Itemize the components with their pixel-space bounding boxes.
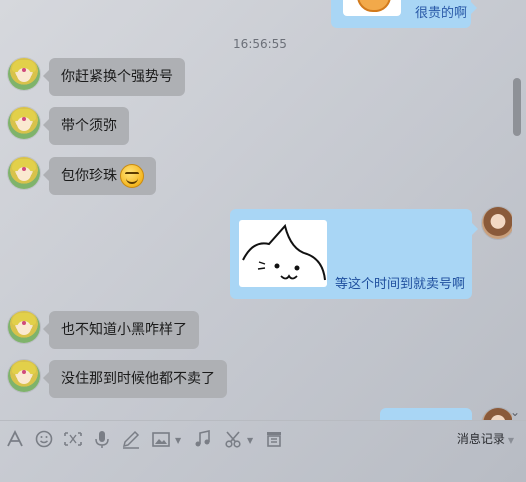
message-bubble-left[interactable]: 你赶紧换个强势号 (43, 58, 185, 96)
message-text: 没住那到时候他都不卖了 (61, 371, 215, 387)
message-history-label: 消息记录 (456, 432, 505, 446)
message-history-button[interactable]: 消息记录 ▼ (457, 430, 514, 447)
message-bubble-left[interactable]: 没住那到时候他都不卖了 (43, 360, 227, 398)
input-toolbar: ▼ ▼ 消息记录 ▼ (0, 420, 526, 457)
chevron-down-icon[interactable]: ▼ (175, 436, 181, 445)
message-bubble-left[interactable]: 带个须弥 (43, 107, 129, 145)
chat-area: 很贵的啊 16:56:55 你赶紧换个强势号 带个须弥 包你珍珠 等这个时间到就… (0, 0, 512, 420)
message-bubble-left[interactable]: 也不知道小黑咋样了 (43, 311, 199, 349)
scissors-icon[interactable] (224, 429, 244, 449)
file-icon[interactable] (264, 429, 284, 449)
emoji-icon[interactable] (34, 429, 54, 449)
avatar[interactable] (8, 311, 40, 343)
avatar[interactable] (8, 58, 40, 90)
message-text: 带个须弥 (61, 118, 117, 134)
smirk-emoji-icon (120, 164, 144, 188)
avatar[interactable] (8, 360, 40, 392)
avatar[interactable] (482, 408, 512, 420)
avatar[interactable] (8, 107, 40, 139)
avatar[interactable] (8, 157, 40, 189)
message-text: 很贵的啊 (415, 6, 468, 21)
pen-icon[interactable] (121, 429, 141, 449)
chevron-down-icon: ▼ (507, 436, 514, 445)
message-text: 包你珍珠 (61, 168, 117, 184)
message-bubble-right-top[interactable]: 很贵的啊 (331, 0, 477, 28)
chevron-down-icon[interactable]: ▼ (247, 436, 253, 445)
music-icon[interactable] (193, 429, 213, 449)
message-text: 你赶紧换个强势号 (61, 69, 173, 85)
image-icon[interactable] (151, 429, 171, 449)
scrollbar[interactable] (513, 78, 521, 136)
message-text: 也不知道小黑咋样了 (61, 322, 187, 338)
chevron-down-icon[interactable]: ⌄ (510, 405, 520, 419)
cat-sticker-image[interactable] (239, 220, 327, 287)
timestamp: 16:56:55 (233, 37, 287, 51)
avatar[interactable] (482, 207, 512, 239)
message-bubble-right[interactable]: 等这个时间到就卖号啊 (230, 209, 478, 299)
microphone-icon[interactable] (92, 429, 112, 449)
message-text: 等这个时间到就卖号啊 (335, 277, 466, 292)
message-bubble-left[interactable]: 包你珍珠 (43, 157, 156, 195)
font-icon[interactable] (5, 429, 25, 449)
message-bubble-right-bottom[interactable] (380, 408, 472, 420)
screenshot-icon[interactable] (63, 429, 83, 449)
sticker-thumbnail (343, 0, 401, 16)
